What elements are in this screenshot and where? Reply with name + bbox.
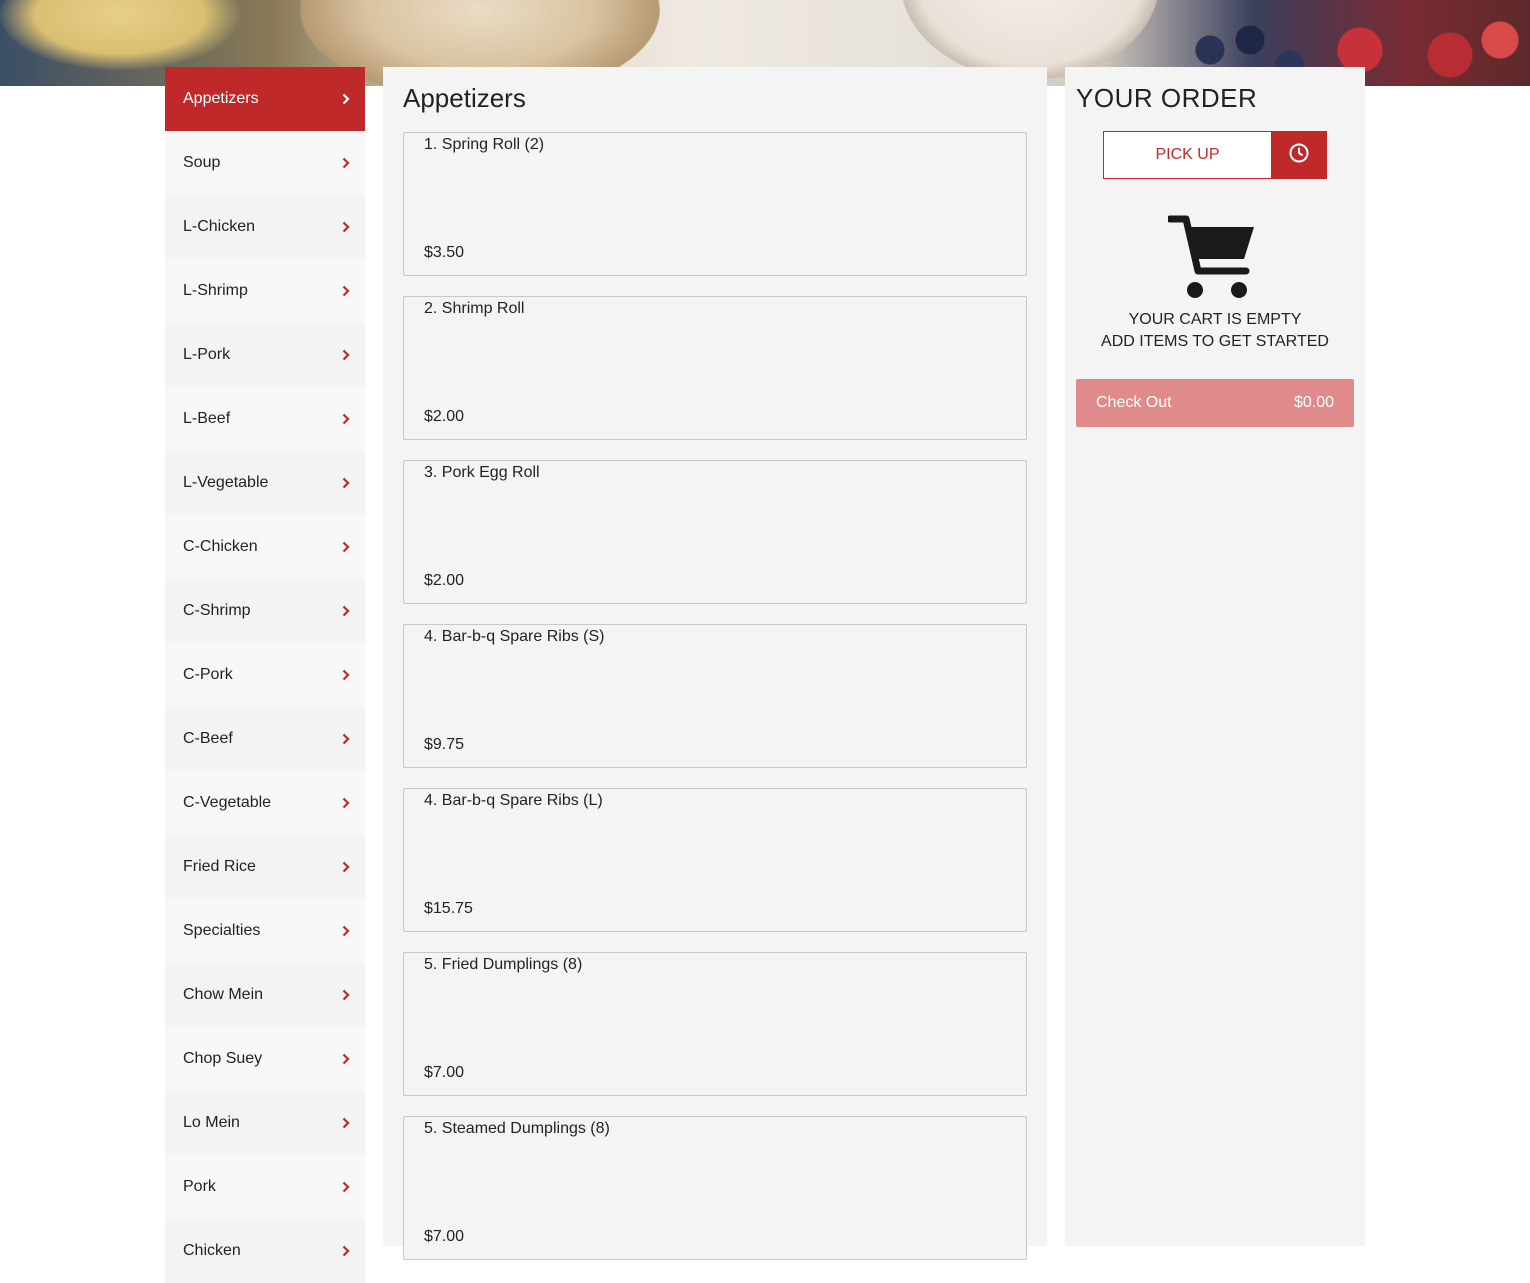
- sidebar-item-c-pork[interactable]: C-Pork: [165, 643, 365, 707]
- clock-icon: [1288, 142, 1310, 169]
- menu-item-price: $2.00: [424, 572, 465, 589]
- category-sidebar: Appetizers Soup L-Chicken L-Shrimp L-Por…: [165, 67, 365, 1283]
- menu-item-price: $7.00: [424, 1228, 465, 1245]
- sidebar-item-l-vegetable[interactable]: L-Vegetable: [165, 451, 365, 515]
- sidebar-item-label: L-Vegetable: [183, 474, 269, 491]
- chevron-right-icon: [341, 796, 351, 810]
- menu-item-card[interactable]: 3. Pork Egg Roll $2.00: [403, 460, 1027, 604]
- sidebar-item-label: Chop Suey: [183, 1050, 263, 1067]
- menu-item-card[interactable]: 4. Bar-b-q Spare Ribs (S) $9.75: [403, 624, 1027, 768]
- chevron-right-icon: [341, 156, 351, 170]
- sidebar-item-chop-suey[interactable]: Chop Suey: [165, 1027, 365, 1091]
- sidebar-item-label: Fried Rice: [183, 858, 256, 875]
- menu-item-card[interactable]: 4. Bar-b-q Spare Ribs (L) $15.75: [403, 788, 1027, 932]
- sidebar-item-c-shrimp[interactable]: C-Shrimp: [165, 579, 365, 643]
- sidebar-item-label: Specialties: [183, 922, 261, 939]
- sidebar-item-c-chicken[interactable]: C-Chicken: [165, 515, 365, 579]
- chevron-right-icon: [341, 1180, 351, 1194]
- chevron-right-icon: [341, 412, 351, 426]
- order-title: YOUR ORDER: [1076, 83, 1258, 113]
- empty-cart-message: YOUR CART IS EMPTY ADD ITEMS TO GET STAR…: [1065, 309, 1365, 353]
- menu-item-name: 3. Pork Egg Roll: [424, 464, 540, 481]
- menu-items-panel: Appetizers 1. Spring Roll (2) $3.50 2. S…: [383, 67, 1047, 1260]
- chevron-right-icon: [341, 284, 351, 298]
- menu-item-price: $3.50: [424, 244, 465, 261]
- sidebar-item-label: Soup: [183, 154, 221, 171]
- sidebar-item-fried-rice[interactable]: Fried Rice: [165, 835, 365, 899]
- sidebar-item-label: C-Beef: [183, 730, 233, 747]
- sidebar-item-lo-mein[interactable]: Lo Mein: [165, 1091, 365, 1155]
- menu-item-name: 1. Spring Roll (2): [424, 136, 545, 153]
- sidebar-item-c-vegetable[interactable]: C-Vegetable: [165, 771, 365, 835]
- sidebar-item-label: L-Chicken: [183, 218, 256, 235]
- sidebar-item-l-beef[interactable]: L-Beef: [165, 387, 365, 451]
- menu-item-name: 4. Bar-b-q Spare Ribs (S): [424, 628, 605, 645]
- section-title: Appetizers: [403, 83, 526, 113]
- checkout-button[interactable]: Check Out $0.00: [1076, 379, 1354, 427]
- checkout-total: $0.00: [1293, 394, 1334, 411]
- empty-cart-line-1: YOUR CART IS EMPTY: [1128, 311, 1302, 328]
- menu-item-card[interactable]: 1. Spring Roll (2) $3.50: [403, 132, 1027, 276]
- menu-item-name: 5. Steamed Dumplings (8): [424, 1120, 610, 1137]
- sidebar-item-l-chicken[interactable]: L-Chicken: [165, 195, 365, 259]
- shopping-cart-icon: [1166, 215, 1258, 301]
- sidebar-item-l-shrimp[interactable]: L-Shrimp: [165, 259, 365, 323]
- sidebar-item-chow-mein[interactable]: Chow Mein: [165, 963, 365, 1027]
- chevron-right-icon: [341, 732, 351, 746]
- chevron-right-icon: [341, 348, 351, 362]
- sidebar-item-l-pork[interactable]: L-Pork: [165, 323, 365, 387]
- sidebar-item-appetizers[interactable]: Appetizers: [165, 67, 365, 131]
- sidebar-item-label: Lo Mein: [183, 1114, 240, 1131]
- sidebar-item-label: C-Chicken: [183, 538, 258, 555]
- pickup-selector: PICK UP: [1103, 131, 1327, 179]
- chevron-right-icon: [341, 924, 351, 938]
- sidebar-item-specialties[interactable]: Specialties: [165, 899, 365, 963]
- menu-item-name: 5. Fried Dumplings (8): [424, 956, 583, 973]
- empty-cart-line-2: ADD ITEMS TO GET STARTED: [1101, 333, 1329, 350]
- sidebar-item-chicken[interactable]: Chicken: [165, 1219, 365, 1283]
- menu-item-name: 4. Bar-b-q Spare Ribs (L): [424, 792, 603, 809]
- pickup-time-button[interactable]: [1271, 131, 1327, 179]
- sidebar-item-label: C-Pork: [183, 666, 233, 683]
- sidebar-item-label: Chicken: [183, 1242, 241, 1259]
- menu-item-card[interactable]: 5. Fried Dumplings (8) $7.00: [403, 952, 1027, 1096]
- menu-item-price: $15.75: [424, 900, 473, 917]
- chevron-right-icon: [341, 860, 351, 874]
- checkout-label: Check Out: [1096, 394, 1172, 411]
- menu-item-price: $7.00: [424, 1064, 465, 1081]
- sidebar-item-label: L-Pork: [183, 346, 231, 363]
- sidebar-item-c-beef[interactable]: C-Beef: [165, 707, 365, 771]
- sidebar-item-label: Pork: [183, 1178, 216, 1195]
- chevron-right-icon: [341, 668, 351, 682]
- chevron-right-icon: [341, 604, 351, 618]
- chevron-right-icon: [341, 476, 351, 490]
- chevron-right-icon: [341, 988, 351, 1002]
- chevron-right-icon: [341, 1052, 351, 1066]
- pickup-button[interactable]: PICK UP: [1103, 131, 1271, 179]
- menu-item-card[interactable]: 2. Shrimp Roll $2.00: [403, 296, 1027, 440]
- sidebar-item-label: Appetizers: [183, 90, 259, 107]
- menu-item-price: $2.00: [424, 408, 465, 425]
- sidebar-item-label: Chow Mein: [183, 986, 264, 1003]
- menu-item-price: $9.75: [424, 736, 465, 753]
- sidebar-item-pork[interactable]: Pork: [165, 1155, 365, 1219]
- chevron-right-icon: [341, 220, 351, 234]
- chevron-right-icon: [341, 540, 351, 554]
- chevron-right-icon: [341, 1116, 351, 1130]
- menu-item-card[interactable]: 5. Steamed Dumplings (8) $7.00: [403, 1116, 1027, 1260]
- sidebar-item-label: C-Vegetable: [183, 794, 272, 811]
- sidebar-item-label: L-Shrimp: [183, 282, 248, 299]
- sidebar-item-label: L-Beef: [183, 410, 231, 427]
- sidebar-item-soup[interactable]: Soup: [165, 131, 365, 195]
- order-panel: YOUR ORDER PICK UP YOUR CART IS EMPTY AD…: [1065, 67, 1365, 1246]
- sidebar-item-label: C-Shrimp: [183, 602, 251, 619]
- menu-item-name: 2. Shrimp Roll: [424, 300, 525, 317]
- chevron-right-icon: [341, 1244, 351, 1258]
- chevron-right-icon: [341, 92, 351, 106]
